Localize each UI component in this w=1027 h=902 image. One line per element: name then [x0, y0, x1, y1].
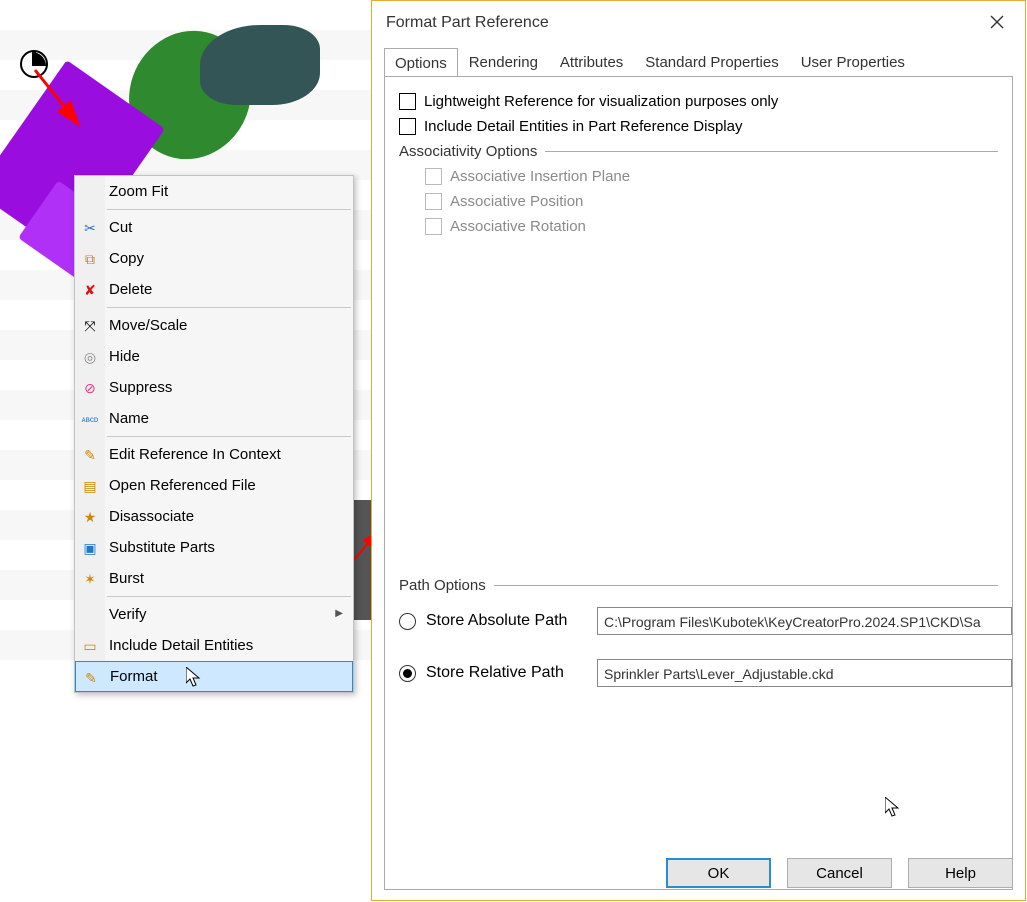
menu-item-label: Cut	[109, 219, 132, 236]
menu-item-label: Delete	[109, 281, 152, 298]
checkbox-assoc-rotation: Associative Rotation	[425, 218, 998, 235]
radio-store-absolute[interactable]: Store Absolute Path	[399, 612, 589, 630]
tab-label: Attributes	[560, 54, 623, 71]
menu-item-format[interactable]: ✎ Format	[75, 661, 353, 692]
submenu-arrow-icon: ▶	[335, 608, 343, 619]
tab-attributes[interactable]: Attributes	[549, 47, 634, 76]
burst-icon: ✶	[80, 569, 100, 589]
name-icon: ᴀʙᴄᴅ	[80, 409, 100, 429]
radio-label: Store Relative Path	[426, 664, 564, 682]
menu-item-label: Verify	[109, 606, 147, 623]
menu-item-burst[interactable]: ✶ Burst	[75, 563, 353, 594]
menu-item-label: Move/Scale	[109, 317, 187, 334]
menu-item-include-detail[interactable]: ▭ Include Detail Entities	[75, 630, 353, 661]
ok-button[interactable]: OK	[666, 858, 771, 888]
menu-item-label: Edit Reference In Context	[109, 446, 281, 463]
checkbox-label: Associative Insertion Plane	[450, 168, 630, 185]
tab-strip: Options Rendering Attributes Standard Pr…	[372, 45, 1025, 76]
zoom-fit-icon	[80, 182, 100, 202]
checkbox-lightweight[interactable]: Lightweight Reference for visualization …	[399, 93, 998, 110]
tab-panel-options: Lightweight Reference for visualization …	[384, 76, 1013, 890]
checkbox-label: Lightweight Reference for visualization …	[424, 93, 778, 110]
checkbox-icon	[425, 218, 442, 235]
menu-item-hide[interactable]: ◎ Hide	[75, 341, 353, 372]
menu-item-delete[interactable]: ✘ Delete	[75, 274, 353, 305]
checkbox-assoc-position: Associative Position	[425, 193, 998, 210]
checkbox-icon	[425, 168, 442, 185]
tab-user-properties[interactable]: User Properties	[790, 47, 916, 76]
menu-item-label: Substitute Parts	[109, 539, 215, 556]
checkbox-icon	[425, 193, 442, 210]
model-part-green-ring	[200, 25, 320, 105]
tab-label: User Properties	[801, 54, 905, 71]
menu-item-verify[interactable]: Verify ▶	[75, 599, 353, 630]
help-button[interactable]: Help	[908, 858, 1013, 888]
hide-icon: ◎	[80, 347, 100, 367]
open-ref-icon: ▤	[80, 476, 100, 496]
cut-icon: ✂	[80, 218, 100, 238]
checkbox-assoc-plane: Associative Insertion Plane	[425, 168, 998, 185]
edit-ref-icon: ✎	[80, 445, 100, 465]
radio-label: Store Absolute Path	[426, 612, 567, 630]
tab-rendering[interactable]: Rendering	[458, 47, 549, 76]
tab-options[interactable]: Options	[384, 48, 458, 77]
move-scale-icon: ⤧	[80, 316, 100, 336]
menu-item-open-ref[interactable]: ▤ Open Referenced File	[75, 470, 353, 501]
group-label-path: Path Options	[399, 577, 486, 594]
menu-item-label: Disassociate	[109, 508, 194, 525]
substitute-icon: ▣	[80, 538, 100, 558]
format-icon: ✎	[81, 668, 101, 688]
dialog-title: Format Part Reference	[386, 14, 549, 32]
mouse-mode-icon	[20, 50, 48, 78]
menu-item-label: Burst	[109, 570, 144, 587]
include-detail-icon: ▭	[80, 636, 100, 656]
menu-item-label: Include Detail Entities	[109, 637, 253, 654]
button-label: Cancel	[816, 865, 863, 882]
menu-item-label: Zoom Fit	[109, 183, 168, 200]
tab-standard-properties[interactable]: Standard Properties	[634, 47, 789, 76]
close-icon	[990, 15, 1004, 29]
button-label: OK	[708, 865, 730, 882]
cancel-button[interactable]: Cancel	[787, 858, 892, 888]
checkbox-icon	[399, 118, 416, 135]
menu-item-label: Hide	[109, 348, 140, 365]
menu-item-substitute[interactable]: ▣ Substitute Parts	[75, 532, 353, 563]
copy-icon: ⧉	[80, 249, 100, 269]
menu-item-move-scale[interactable]: ⤧ Move/Scale	[75, 310, 353, 341]
format-part-reference-dialog: Format Part Reference Options Rendering …	[371, 0, 1026, 901]
menu-item-disassociate[interactable]: ★ Disassociate	[75, 501, 353, 532]
menu-item-copy[interactable]: ⧉ Copy	[75, 243, 353, 274]
menu-item-label: Open Referenced File	[109, 477, 256, 494]
suppress-icon: ⊘	[80, 378, 100, 398]
menu-item-label: Format	[110, 668, 158, 685]
close-button[interactable]	[983, 13, 1011, 34]
checkbox-label: Associative Rotation	[450, 218, 586, 235]
menu-item-label: Suppress	[109, 379, 172, 396]
delete-icon: ✘	[80, 280, 100, 300]
radio-icon	[399, 665, 416, 682]
menu-item-label: Name	[109, 410, 149, 427]
button-label: Help	[945, 865, 976, 882]
menu-item-suppress[interactable]: ⊘ Suppress	[75, 372, 353, 403]
menu-item-edit-ref[interactable]: ✎ Edit Reference In Context	[75, 439, 353, 470]
radio-icon	[399, 613, 416, 630]
context-menu: Zoom Fit ✂ Cut ⧉ Copy ✘ Delete ⤧ Move/Sc…	[74, 175, 354, 693]
menu-item-zoom-fit[interactable]: Zoom Fit	[75, 176, 353, 207]
menu-item-name[interactable]: ᴀʙᴄᴅ Name	[75, 403, 353, 434]
menu-item-label: Copy	[109, 250, 144, 267]
tab-label: Rendering	[469, 54, 538, 71]
radio-store-relative[interactable]: Store Relative Path	[399, 664, 589, 682]
disassociate-icon: ★	[80, 507, 100, 527]
tab-label: Standard Properties	[645, 54, 778, 71]
absolute-path-field[interactable]: C:\Program Files\Kubotek\KeyCreatorPro.2…	[597, 607, 1012, 635]
menu-item-cut[interactable]: ✂ Cut	[75, 212, 353, 243]
checkbox-label: Include Detail Entities in Part Referenc…	[424, 118, 743, 135]
relative-path-field[interactable]: Sprinkler Parts\Lever_Adjustable.ckd	[597, 659, 1012, 687]
checkbox-icon	[399, 93, 416, 110]
checkbox-label: Associative Position	[450, 193, 583, 210]
tab-label: Options	[395, 55, 447, 72]
checkbox-include-detail[interactable]: Include Detail Entities in Part Referenc…	[399, 118, 998, 135]
group-label-associativity: Associativity Options	[399, 143, 537, 160]
verify-icon	[80, 605, 100, 625]
